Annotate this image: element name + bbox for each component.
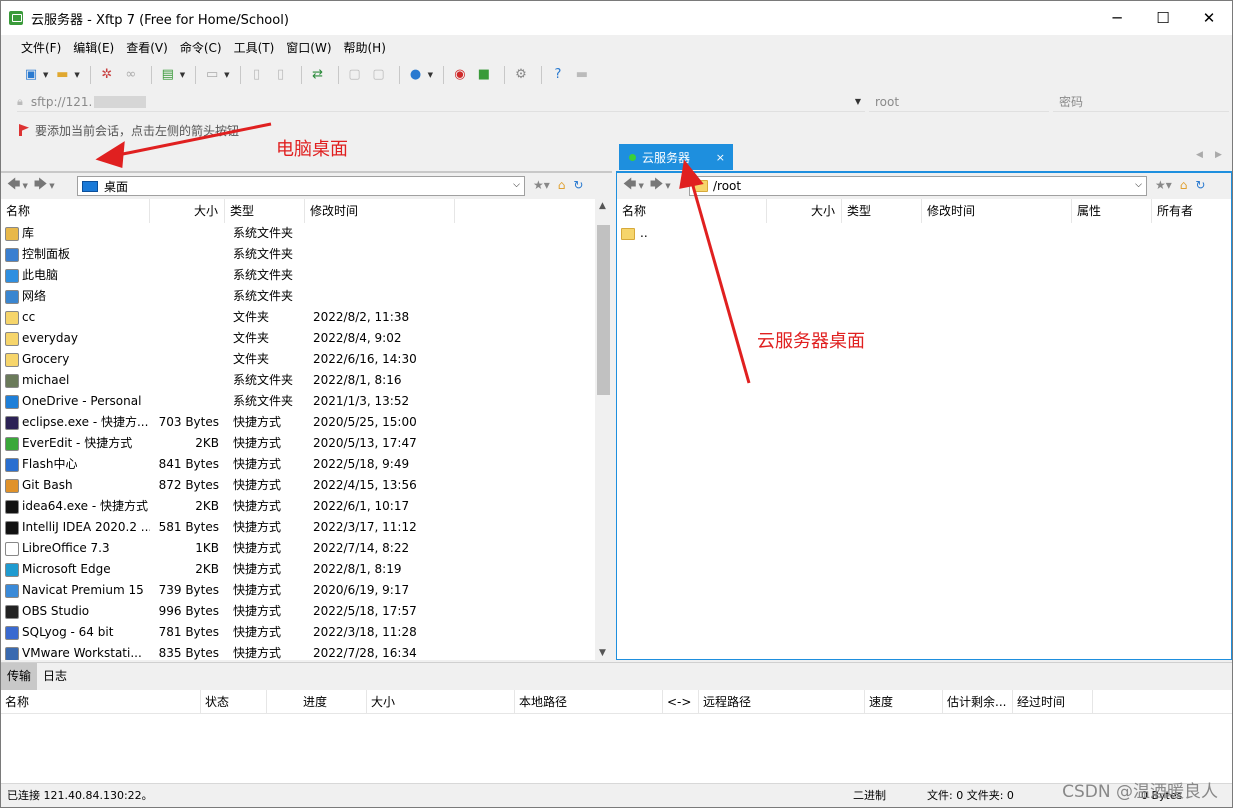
annotation-arrows [95, 122, 751, 384]
annotation-arrow-left [112, 122, 272, 158]
arrowhead-left [95, 141, 125, 168]
csdn-watermark: CSDN @温酒暖良人 [1062, 782, 1218, 802]
annotation-desktop-label: 电脑桌面 [276, 139, 348, 160]
annotation-arrow-right [689, 178, 751, 384]
annotation-server-label: 云服务器桌面 [757, 331, 865, 352]
arrowhead-right [679, 159, 704, 189]
xftp-window: 云服务器 - Xftp 7 (Free for Home/School) ─ ☐… [0, 0, 1233, 808]
